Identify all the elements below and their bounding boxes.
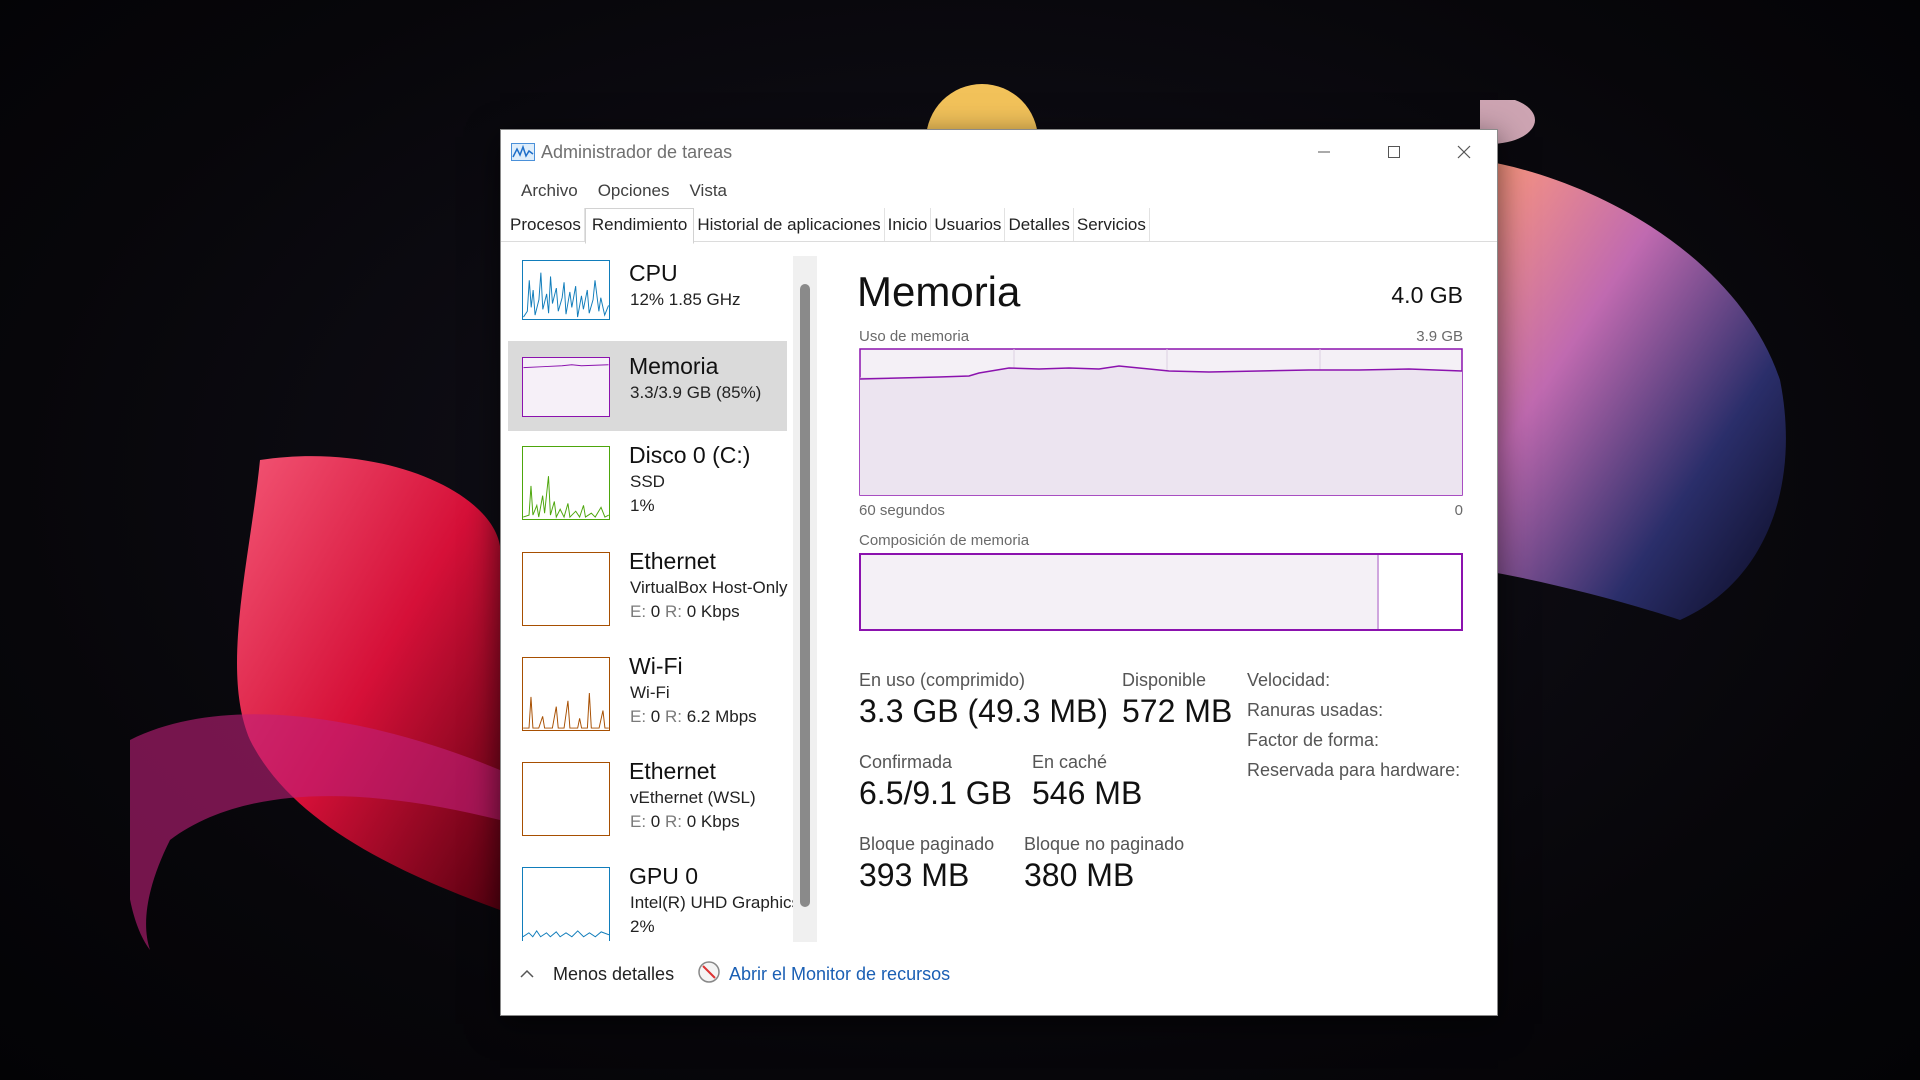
sidebar-item-wifi[interactable]: Wi-Fi Wi-Fi E: 0 R: 6.2 Mbps — [508, 645, 787, 745]
tab-detalles[interactable]: Detalles — [1005, 208, 1074, 241]
minimize-icon — [1318, 151, 1330, 153]
memory-usage: 3.3/3.9 GB (85%) — [630, 383, 762, 402]
paged-pool-label: Bloque paginado — [859, 834, 995, 854]
disk-type: SSD — [630, 472, 665, 491]
page-title: Memoria — [857, 268, 1021, 315]
title-bar[interactable]: Administrador de tareas — [501, 130, 1497, 174]
time-axis-left: 60 segundos — [859, 502, 945, 519]
memory-title: Memoria — [629, 353, 719, 379]
form-factor-label: Factor de forma: — [1247, 730, 1380, 750]
ethernet-wsl-throughput: E: 0 R: 0 Kbps — [630, 812, 740, 831]
menu-opciones[interactable]: Opciones — [588, 174, 680, 208]
wallpaper-red-shape — [130, 456, 501, 950]
gpu-adapter: Intel(R) UHD Graphics — [630, 893, 801, 912]
task-manager-icon — [511, 143, 535, 161]
ethernet-wsl-thumbnail — [522, 762, 610, 836]
resource-monitor-icon — [698, 961, 720, 983]
gpu-thumbnail — [522, 867, 610, 941]
wallpaper-right-shape — [1480, 100, 1786, 620]
memory-composition-bar — [859, 553, 1463, 631]
slots-used-label: Ranuras usadas: — [1247, 700, 1384, 720]
committed-label: Confirmada — [859, 752, 953, 772]
tab-historial[interactable]: Historial de aplicaciones — [694, 208, 885, 241]
menu-bar: Archivo Opciones Vista — [501, 174, 1497, 208]
footer: Menos detalles Abrir el Monitor de recur… — [501, 942, 1497, 1016]
tab-usuarios[interactable]: Usuarios — [931, 208, 1006, 241]
tab-rendimiento[interactable]: Rendimiento — [584, 208, 695, 244]
tab-servicios[interactable]: Servicios — [1074, 208, 1150, 241]
speed-label: Velocidad: — [1247, 670, 1331, 690]
cpu-title: CPU — [629, 260, 678, 286]
memory-thumbnail — [522, 357, 610, 417]
disk-thumbnail — [522, 446, 610, 520]
tab-procesos[interactable]: Procesos — [507, 208, 585, 241]
wifi-title: Wi-Fi — [629, 653, 683, 679]
sidebar-item-disco[interactable]: Disco 0 (C:) SSD 1% — [508, 434, 787, 534]
ethernet-title: Ethernet — [629, 548, 716, 574]
nonpaged-pool-value: 380 MB — [1024, 857, 1135, 893]
menu-archivo[interactable]: Archivo — [511, 174, 588, 208]
composition-label: Composición de memoria — [859, 532, 1030, 549]
ethernet-throughput: E: 0 R: 0 Kbps — [630, 602, 740, 621]
sidebar-item-ethernet-virtualbox[interactable]: Ethernet VirtualBox Host-Only E: 0 R: 0 … — [508, 540, 787, 640]
memory-total: 4.0 GB — [1391, 282, 1463, 308]
sidebar-item-gpu[interactable]: GPU 0 Intel(R) UHD Graphics 2% — [508, 855, 800, 942]
tab-bar: Procesos Rendimiento Historial de aplica… — [501, 208, 1497, 244]
usage-label: Uso de memoria — [859, 328, 970, 345]
ethernet-wsl-adapter: vEthernet (WSL) — [630, 788, 756, 807]
wifi-throughput: E: 0 R: 6.2 Mbps — [630, 707, 757, 726]
memory-usage-graph — [859, 348, 1463, 496]
usage-max: 3.9 GB — [1416, 328, 1463, 345]
minimize-button[interactable] — [1289, 130, 1359, 174]
wifi-adapter: Wi-Fi — [630, 683, 670, 702]
sidebar-item-cpu[interactable]: CPU 12% 1.85 GHz — [508, 250, 787, 338]
in-use-value: 3.3 GB (49.3 MB) — [859, 693, 1108, 729]
available-value: 572 MB — [1122, 693, 1233, 729]
gpu-title: GPU 0 — [629, 863, 699, 889]
maximize-icon — [1388, 146, 1400, 158]
tab-inicio[interactable]: Inicio — [885, 208, 932, 241]
cached-label: En caché — [1032, 752, 1108, 772]
disk-usage: 1% — [630, 496, 655, 515]
hardware-reserved-label: Reservada para hardware: — [1247, 760, 1461, 780]
memory-detail-panel: Memoria 4.0 GB Uso de memoria 3.9 GB 60 … — [819, 242, 1497, 942]
time-axis-right: 0 — [1454, 502, 1463, 519]
wifi-thumbnail — [522, 657, 610, 731]
menu-vista[interactable]: Vista — [680, 174, 738, 208]
ethernet-wsl-title: Ethernet — [629, 758, 716, 784]
open-resource-monitor-link[interactable]: Abrir el Monitor de recursos — [729, 964, 950, 985]
paged-pool-value: 393 MB — [859, 857, 970, 893]
ethernet-thumbnail — [522, 552, 610, 626]
disk-title: Disco 0 (C:) — [629, 442, 751, 468]
sidebar-item-memoria[interactable]: Memoria 3.3/3.9 GB (85%) — [508, 341, 787, 431]
gpu-usage: 2% — [630, 917, 655, 936]
ethernet-adapter: VirtualBox Host-Only — [630, 578, 788, 597]
task-manager-window: Administrador de tareas Archivo Opciones… — [500, 129, 1498, 1016]
committed-value: 6.5/9.1 GB — [859, 775, 1012, 811]
chevron-up-icon[interactable] — [519, 967, 535, 979]
sidebar-item-ethernet-wsl[interactable]: Ethernet vEthernet (WSL) E: 0 R: 0 Kbps — [508, 750, 787, 850]
available-label: Disponible — [1122, 670, 1207, 690]
cpu-thumbnail — [522, 260, 610, 320]
cpu-usage: 12% 1.85 GHz — [630, 290, 741, 309]
nonpaged-pool-label: Bloque no paginado — [1024, 834, 1185, 854]
composition-in-use-segment — [861, 555, 1379, 629]
maximize-button[interactable] — [1359, 130, 1429, 174]
sidebar-scroll-thumb[interactable] — [800, 284, 810, 907]
less-details-button[interactable]: Menos detalles — [553, 964, 674, 985]
close-icon — [1457, 145, 1471, 159]
in-use-label: En uso (comprimido) — [859, 670, 1026, 690]
cached-value: 546 MB — [1032, 775, 1143, 811]
window-title: Administrador de tareas — [541, 142, 733, 162]
close-button[interactable] — [1429, 130, 1499, 174]
resource-list: CPU 12% 1.85 GHz Memoria 3.3/3.9 GB (85%… — [501, 242, 819, 942]
